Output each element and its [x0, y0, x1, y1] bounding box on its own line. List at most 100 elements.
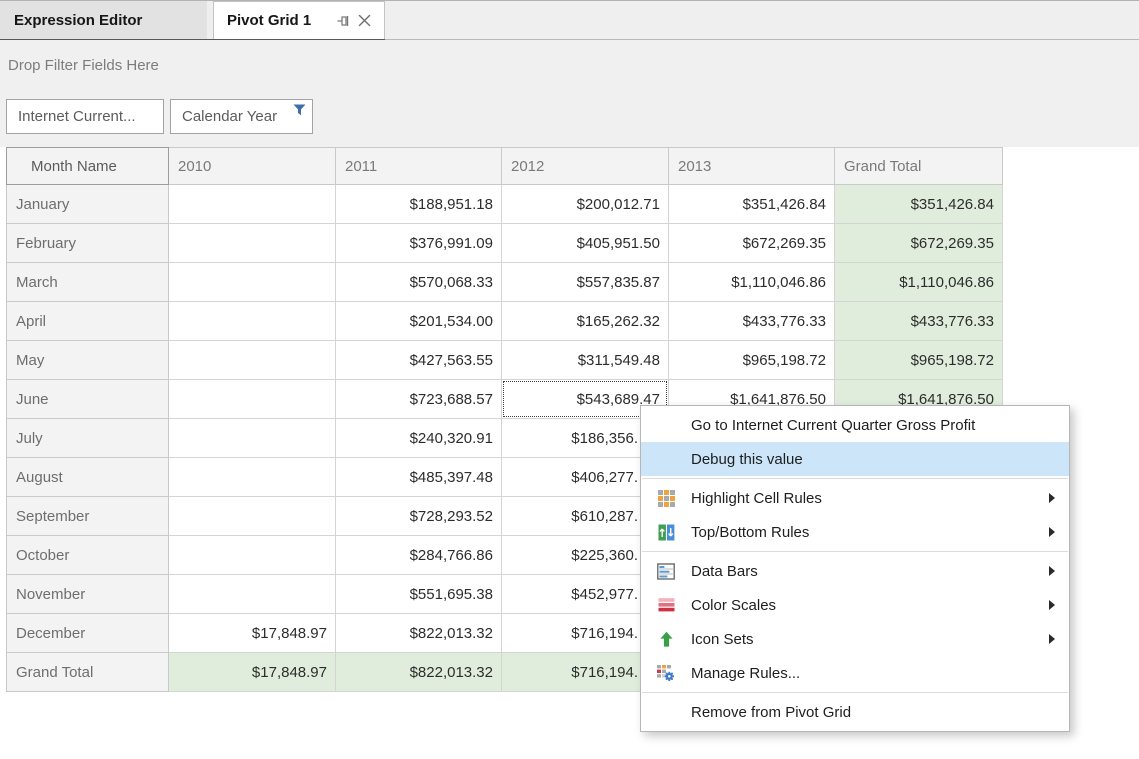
menu-item-icon-sets[interactable]: Icon Sets — [641, 622, 1069, 656]
pivot-cell[interactable] — [169, 224, 336, 263]
pivot-cell[interactable]: $433,776.33 — [835, 302, 1003, 341]
pivot-cell[interactable]: $17,848.97 — [169, 614, 336, 653]
icon-sets-icon — [641, 631, 691, 648]
pivot-cell[interactable]: $551,695.38 — [336, 575, 502, 614]
menu-item-label: Remove from Pivot Grid — [691, 704, 1055, 721]
menu-item-highlight-cell-rules[interactable]: Highlight Cell Rules — [641, 481, 1069, 515]
field-button-calendar-year-label: Calendar Year — [182, 108, 277, 125]
pivot-cell[interactable]: $17,848.97 — [169, 653, 336, 692]
menu-item-label: Go to Internet Current Quarter Gross Pro… — [691, 417, 1055, 434]
pivot-cell[interactable] — [169, 536, 336, 575]
pivot-cell[interactable]: $965,198.72 — [835, 341, 1003, 380]
pivot-cell[interactable]: $376,991.09 — [336, 224, 502, 263]
context-menu: Go to Internet Current Quarter Gross Pro… — [640, 405, 1070, 732]
filter-header-area: Drop Filter Fields Here Internet Current… — [0, 40, 1139, 147]
color-scales-icon — [641, 597, 691, 613]
menu-item-debug-this-value[interactable]: Debug this value — [641, 442, 1069, 476]
pivot-cell[interactable]: $672,269.35 — [669, 224, 835, 263]
menu-item-label: Debug this value — [691, 451, 1055, 468]
filter-funnel-icon[interactable] — [293, 104, 306, 122]
pivot-row-label: February — [6, 224, 169, 263]
pivot-cell[interactable] — [169, 380, 336, 419]
pivot-cell[interactable] — [169, 341, 336, 380]
menu-item-data-bars[interactable]: Data Bars — [641, 554, 1069, 588]
pivot-cell[interactable]: $1,110,046.86 — [835, 263, 1003, 302]
pivot-row-march: March$570,068.33$557,835.87$1,110,046.86… — [6, 263, 1003, 302]
pivot-cell[interactable]: $351,426.84 — [835, 185, 1003, 224]
menu-item-remove-from-pivot-grid[interactable]: Remove from Pivot Grid — [641, 695, 1069, 729]
field-button-internet-current[interactable]: Internet Current... — [6, 99, 164, 134]
pivot-row-february: February$376,991.09$405,951.50$672,269.3… — [6, 224, 1003, 263]
pivot-cell[interactable]: $201,534.00 — [336, 302, 502, 341]
menu-item-go-to-internet-current-quarter-gross-profit[interactable]: Go to Internet Current Quarter Gross Pro… — [641, 408, 1069, 442]
submenu-arrow-icon — [1049, 600, 1055, 610]
pivot-cell[interactable]: $188,951.18 — [336, 185, 502, 224]
menu-item-color-scales[interactable]: Color Scales — [641, 588, 1069, 622]
pivot-row-label: October — [6, 536, 169, 575]
pivot-row-label: November — [6, 575, 169, 614]
pivot-cell[interactable]: $351,426.84 — [669, 185, 835, 224]
pivot-cell[interactable]: $200,012.71 — [502, 185, 669, 224]
close-icon[interactable] — [354, 10, 374, 32]
field-button-month-name[interactable]: Month Name — [6, 147, 169, 185]
menu-separator — [642, 692, 1068, 693]
manage-rules-icon — [641, 664, 691, 682]
pivot-cell[interactable]: $822,013.32 — [336, 614, 502, 653]
pivot-cell[interactable] — [169, 263, 336, 302]
tabs: Expression Editor Pivot Grid 1 — [0, 1, 385, 41]
pivot-row-label: May — [6, 341, 169, 380]
pivot-column-header-2012[interactable]: 2012 — [502, 147, 669, 185]
pivot-cell[interactable]: $427,563.55 — [336, 341, 502, 380]
pivot-cell[interactable]: $311,549.48 — [502, 341, 669, 380]
pivot-row-label: December — [6, 614, 169, 653]
menu-item-top-bottom-rules[interactable]: Top/Bottom Rules — [641, 515, 1069, 549]
pivot-cell[interactable]: $672,269.35 — [835, 224, 1003, 263]
pivot-cell[interactable] — [169, 419, 336, 458]
pivot-cell[interactable]: $965,198.72 — [669, 341, 835, 380]
pivot-cell[interactable]: $165,262.32 — [502, 302, 669, 341]
pivot-cell[interactable]: $485,397.48 — [336, 458, 502, 497]
pivot-cell[interactable]: $822,013.32 — [336, 653, 502, 692]
menu-item-label: Icon Sets — [691, 631, 1049, 648]
pivot-cell[interactable]: $570,068.33 — [336, 263, 502, 302]
pivot-row-label: Grand Total — [6, 653, 169, 692]
pivot-cell[interactable] — [169, 458, 336, 497]
field-button-internet-current-label: Internet Current... — [18, 108, 136, 125]
menu-item-label: Color Scales — [691, 597, 1049, 614]
tab-expression-editor-label: Expression Editor — [14, 12, 142, 29]
pivot-row-label: March — [6, 263, 169, 302]
highlight-cell-rules-icon — [641, 490, 691, 507]
pivot-cell[interactable]: $433,776.33 — [669, 302, 835, 341]
field-button-calendar-year[interactable]: Calendar Year — [170, 99, 313, 134]
pivot-cell[interactable]: $240,320.91 — [336, 419, 502, 458]
submenu-arrow-icon — [1049, 493, 1055, 503]
pivot-cell[interactable] — [169, 185, 336, 224]
pivot-cell[interactable]: $557,835.87 — [502, 263, 669, 302]
pivot-row-label: January — [6, 185, 169, 224]
pivot-cell[interactable]: $728,293.52 — [336, 497, 502, 536]
pivot-cell[interactable]: $405,951.50 — [502, 224, 669, 263]
tab-pivot-grid[interactable]: Pivot Grid 1 — [213, 1, 385, 39]
submenu-arrow-icon — [1049, 527, 1055, 537]
pivot-row-april: April$201,534.00$165,262.32$433,776.33$4… — [6, 302, 1003, 341]
pivot-cell[interactable]: $1,110,046.86 — [669, 263, 835, 302]
pivot-cell[interactable]: $723,688.57 — [336, 380, 502, 419]
menu-item-label: Top/Bottom Rules — [691, 524, 1049, 541]
pivot-column-header-2013[interactable]: 2013 — [669, 147, 835, 185]
pivot-column-header-grand-total[interactable]: Grand Total — [835, 147, 1003, 185]
pivot-column-header-2010[interactable]: 2010 — [169, 147, 336, 185]
tab-expression-editor[interactable]: Expression Editor — [0, 1, 207, 39]
pivot-row-label: August — [6, 458, 169, 497]
menu-separator — [642, 551, 1068, 552]
pivot-row-label: July — [6, 419, 169, 458]
pivot-cell[interactable] — [169, 497, 336, 536]
pivot-row-label: September — [6, 497, 169, 536]
menu-item-manage-rules[interactable]: Manage Rules... — [641, 656, 1069, 690]
pivot-cell[interactable] — [169, 575, 336, 614]
pivot-row-label: June — [6, 380, 169, 419]
pivot-cell[interactable] — [169, 302, 336, 341]
pivot-cell[interactable]: $284,766.86 — [336, 536, 502, 575]
pin-icon[interactable] — [334, 10, 354, 32]
pivot-column-header-2011[interactable]: 2011 — [336, 147, 502, 185]
drop-filter-fields-hint: Drop Filter Fields Here — [8, 57, 159, 74]
